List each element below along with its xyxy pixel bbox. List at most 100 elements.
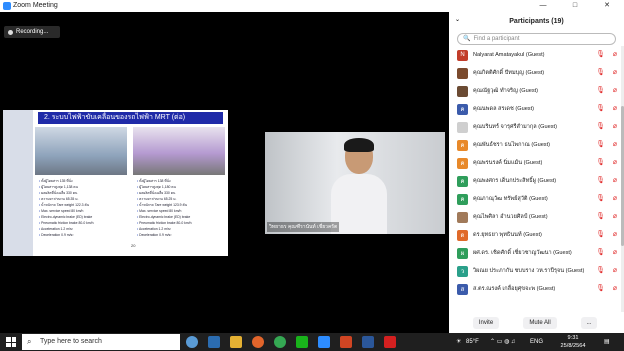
participant-avatar (457, 121, 468, 133)
powerpoint-icon[interactable] (340, 336, 352, 348)
recording-indicator[interactable]: Recording... (4, 26, 60, 38)
participant-name: คุณณัฐวุฒิ ทำจริญ (Guest) (473, 88, 539, 94)
speaker-shirt (331, 174, 387, 234)
firefox-icon[interactable] (252, 336, 264, 348)
notifications-icon[interactable]: ▤ (604, 333, 610, 351)
windows-taskbar: ⌕ Type here to search ☀ 85°F ⌃ ▭ ◍ ♫ ENG… (0, 333, 624, 351)
video-off-icon: ⌀ (612, 69, 617, 76)
participant-avatar: ผ (457, 247, 468, 259)
participants-footer: Invite Mute All ... (449, 313, 624, 333)
participant-row[interactable]: ส ส.ตร.ณรงค์ เกลื่อยุศุขจะพ (Guest) 🎙 ⌀ (449, 280, 624, 298)
spec-list-right: ทั้งผู้โดยสาร 138 ที่นั่งผู้โดยสารสูงสุด… (137, 178, 227, 238)
participant-search-input[interactable]: 🔍 Find a participant (457, 33, 616, 45)
participant-name: ดร.ยุทธยา พุทธินนท์ (Guest) (473, 232, 542, 238)
input-language[interactable]: ENG (530, 333, 543, 351)
participant-name: คุณบรินทร์ จารุศรีสำมากุล (Guest) (473, 124, 557, 130)
train-image-right (133, 127, 225, 175)
edge-browser-icon[interactable] (208, 336, 220, 348)
participant-row[interactable]: ค คุณภาณุวัฒ ทรัพย์สุวัติ (Guest) 🎙 ⌀ (449, 190, 624, 208)
muted-mic-icon: 🎙 (596, 105, 605, 112)
task-view-icon[interactable] (186, 336, 198, 348)
participant-row[interactable]: คุณบรินทร์ จารุศรีสำมากุล (Guest) 🎙 ⌀ (449, 118, 624, 136)
invite-button[interactable]: Invite (473, 317, 499, 329)
collapse-chevron-icon[interactable]: ⌄ (455, 16, 460, 23)
muted-mic-icon: 🎙 (596, 195, 605, 202)
video-off-icon: ⌀ (612, 105, 617, 112)
participant-row[interactable]: คุณณัฐวุฒิ ทำจริญ (Guest) 🎙 ⌀ (449, 82, 624, 100)
app-title: Zoom Meeting (3, 0, 58, 12)
participants-panel: ⌄ Participants (19) 🔍 Find a participant… (449, 12, 624, 333)
search-placeholder: Find a participant (473, 36, 520, 42)
participant-row[interactable]: ว วิผณย ประภากัน ชบบราง วห.ราปีรุจน (Gues… (449, 262, 624, 280)
participant-avatar: ค (457, 193, 468, 205)
muted-mic-icon: 🎙 (596, 249, 605, 256)
participant-row[interactable]: ค คุณนพดล สรเดช (Guest) 🎙 ⌀ (449, 100, 624, 118)
video-off-icon: ⌀ (612, 285, 617, 292)
maximize-button[interactable]: □ (560, 0, 590, 12)
participant-avatar (457, 211, 468, 223)
participant-name: คุณไพศิลา อำนวยศิลป์ (Guest) (473, 214, 548, 220)
participant-row[interactable]: ค คุณพันธ์ชรา ธนไพกาณ (Guest) 🎙 ⌀ (449, 136, 624, 154)
word-icon[interactable] (362, 336, 374, 348)
participant-avatar: ค (457, 157, 468, 169)
zoom-taskbar-icon[interactable] (318, 336, 330, 348)
chrome-icon[interactable] (274, 336, 286, 348)
video-off-icon: ⌀ (612, 159, 617, 166)
taskbar-search-input[interactable]: ⌕ Type here to search (22, 334, 180, 350)
meeting-area: Recording... 2. ระบบไฟฟ้าขับเคลื่อนของรถ… (0, 12, 449, 333)
participant-row[interactable]: คุณไพศิลา อำนวยศิลป์ (Guest) 🎙 ⌀ (449, 208, 624, 226)
slide-title: 2. ระบบไฟฟ้าขับเคลื่อนของรถไฟฟ้า MRT (ต่… (38, 112, 223, 124)
line-app-icon[interactable] (296, 336, 308, 348)
train-image-left (35, 127, 127, 175)
speaker-video[interactable]: วิทยาธร คุณฑีรานันท์ เชี่ยวครัต (265, 132, 445, 234)
participant-row[interactable]: N Nalyarat Amatayakul (Guest) 🎙 ⌀ (449, 46, 624, 64)
system-tray-icons[interactable]: ⌃ ▭ ◍ ♫ (490, 333, 515, 351)
video-off-icon: ⌀ (612, 249, 617, 256)
participant-row[interactable]: ค คุณพรนรงค์ นิ่มแม้น (Guest) 🎙 ⌀ (449, 154, 624, 172)
minimize-button[interactable]: — (528, 0, 558, 12)
window-title: Zoom Meeting (13, 2, 58, 9)
participant-name: ผศ.ดร. เชิดศักดิ์ เชี่ยวชาญวัฒนา (Guest) (473, 250, 572, 256)
video-off-icon: ⌀ (612, 123, 617, 130)
participants-header: ⌄ Participants (19) (449, 12, 624, 30)
participant-name: คุณภาณุวัฒ ทรัพย์สุวัติ (Guest) (473, 196, 548, 202)
shared-slide: 2. ระบบไฟฟ้าขับเคลื่อนของรถไฟฟ้า MRT (ต่… (3, 110, 260, 256)
close-button[interactable]: ✕ (592, 0, 622, 12)
video-off-icon: ⌀ (612, 231, 617, 238)
weather-icon[interactable]: ☀ (456, 333, 461, 351)
speaker-hair (344, 138, 374, 152)
spec-list-left: ทั้งผู้โดยสาร 135 ที่นั่งผู้โดยสารสูงสุด… (39, 178, 129, 238)
participant-list: N Nalyarat Amatayakul (Guest) 🎙 ⌀ คุณกิตติศั… (449, 46, 624, 312)
video-off-icon: ⌀ (612, 195, 617, 202)
speaker-person (331, 138, 387, 234)
mute-all-button[interactable]: Mute All (523, 317, 557, 329)
video-off-icon: ⌀ (612, 177, 617, 184)
participant-name: คุณพรนรงค์ นิ่มแม้น (Guest) (473, 160, 543, 166)
file-explorer-icon[interactable] (230, 336, 242, 348)
video-off-icon: ⌀ (612, 51, 617, 58)
weather-temperature[interactable]: 85°F (466, 333, 479, 351)
windows-start-icon[interactable] (6, 337, 16, 347)
participant-row[interactable]: ผ ผศ.ดร. เชิดศักดิ์ เชี่ยวชาญวัฒนา (Guest… (449, 244, 624, 262)
muted-mic-icon: 🎙 (596, 51, 605, 58)
recording-icon (8, 29, 13, 35)
search-icon: 🔍 (463, 36, 471, 42)
muted-mic-icon: 🎙 (596, 69, 605, 76)
taskbar-clock[interactable]: 9:31 25/8/2564 (553, 334, 593, 350)
muted-mic-icon: 🎙 (596, 213, 605, 220)
participant-row[interactable]: ค คุณพงศกร เด็นกประสิทธิ์ผู (Guest) 🎙 ⌀ (449, 172, 624, 190)
slide-page-number: 20 (131, 243, 136, 248)
taskbar-search-icon: ⌕ (27, 337, 32, 346)
participant-name: ส.ตร.ณรงค์ เกลื่อยุศุขจะพ (Guest) (473, 286, 556, 292)
participant-name: คุณกิตติศักดิ์ ปัทมบุญ (Guest) (473, 70, 545, 76)
muted-mic-icon: 🎙 (596, 87, 605, 94)
acrobat-icon[interactable] (384, 336, 396, 348)
participant-avatar: ค (457, 139, 468, 151)
participant-row[interactable]: คุณกิตติศักดิ์ ปัทมบุญ (Guest) 🎙 ⌀ (449, 64, 624, 82)
participant-row[interactable]: ด ดร.ยุทธยา พุทธินนท์ (Guest) 🎙 ⌀ (449, 226, 624, 244)
zoom-logo-icon (3, 2, 11, 10)
participant-avatar: ค (457, 175, 468, 187)
participant-name: คุณนพดล สรเดช (Guest) (473, 106, 535, 112)
more-options-button[interactable]: ... (581, 317, 597, 329)
participant-avatar: N (457, 49, 468, 61)
